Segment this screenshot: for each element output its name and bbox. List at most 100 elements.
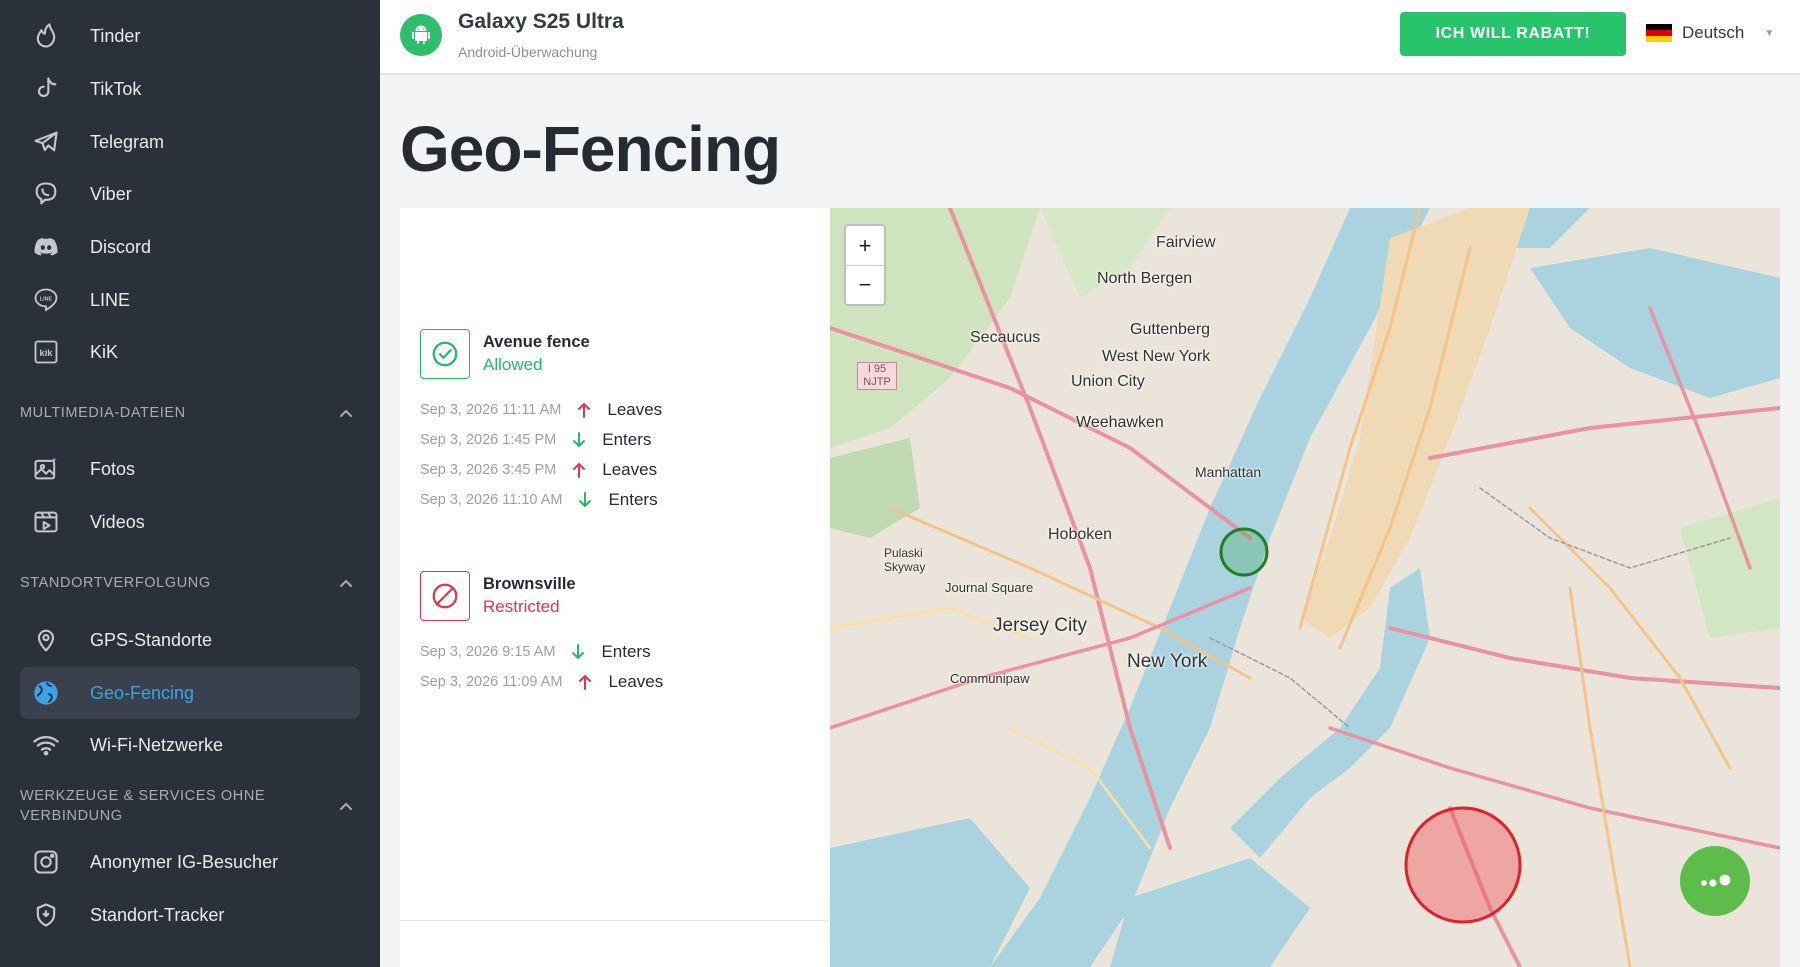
language-selector[interactable]: Deutsch ▼ — [1646, 22, 1774, 44]
map-label: Manhattan — [1195, 464, 1262, 480]
viber-icon — [32, 180, 60, 208]
android-icon — [400, 14, 442, 56]
chat-dots-icon — [1701, 874, 1731, 887]
device-subtitle: Android-Überwachung — [458, 44, 598, 60]
wifi-icon — [32, 731, 60, 759]
fence-event: Sep 3, 2026 9:15 AM Enters — [420, 640, 820, 664]
event-action: Leaves — [607, 400, 663, 419]
location-tracker-icon — [32, 901, 60, 929]
sidebar-item-discord[interactable]: Discord — [20, 221, 360, 273]
geofence-map[interactable]: Fairview North Bergen Secaucus Guttenber… — [830, 208, 1780, 967]
tiktok-icon — [32, 75, 60, 103]
sidebar-item-label: LINE — [90, 289, 131, 310]
sidebar-item-location-tracker[interactable]: Standort-Tracker — [20, 889, 360, 941]
instagram-icon — [32, 848, 60, 876]
photos-icon — [32, 455, 60, 483]
section-title: MULTIMEDIA-DATEIEN — [20, 405, 186, 421]
videos-icon — [32, 508, 60, 536]
map-label: Weehawken — [1076, 414, 1164, 431]
fence-name: Avenue fence — [483, 333, 590, 351]
sidebar-item-videos[interactable]: Videos — [20, 496, 360, 548]
map-label: Pulaski Skyway — [884, 546, 926, 574]
chevron-up-icon — [338, 405, 354, 421]
map-label: Secaucus — [970, 329, 1041, 346]
fence-event: Sep 3, 2026 11:10 AM Enters — [420, 488, 820, 512]
event-action: Enters — [601, 642, 651, 661]
sidebar-item-label: Fotos — [90, 458, 136, 479]
gps-pin-icon — [32, 626, 60, 654]
caret-down-icon: ▼ — [1764, 27, 1775, 39]
sidebar-item-fotos[interactable]: Fotos — [20, 443, 360, 495]
sidebar-item-label: Videos — [90, 511, 145, 532]
top-header: Galaxy S25 Ultra Android-Überwachung ICH… — [380, 0, 1800, 75]
sidebar-item-geo-fencing[interactable]: Geo-Fencing — [20, 667, 360, 719]
event-time: Sep 3, 2026 11:11 AM — [420, 402, 562, 418]
sidebar-item-tinder[interactable]: Tinder — [20, 10, 360, 62]
svg-text:LINE: LINE — [40, 297, 53, 303]
sidebar-item-label: Viber — [90, 183, 132, 204]
sidebar-item-kik[interactable]: kik KiK — [20, 326, 360, 378]
divider — [400, 920, 830, 921]
chevron-up-icon — [338, 575, 354, 591]
sidebar-item-label: KiK — [90, 341, 119, 362]
zoom-in-button[interactable]: + — [846, 226, 884, 265]
map-label: New York — [1127, 651, 1208, 672]
zoom-out-button[interactable]: − — [846, 265, 884, 304]
event-time: Sep 3, 2026 3:45 PM — [420, 462, 557, 478]
sidebar-item-label: Tinder — [90, 25, 141, 46]
chevron-up-icon — [338, 798, 354, 814]
map-label: Jersey City — [993, 615, 1087, 636]
highway-shield: I 95 NJTP — [857, 362, 897, 390]
zoom-control: + − — [844, 224, 886, 306]
section-title: STANDORTVERFOLGUNG — [20, 575, 211, 591]
map-label: North Bergen — [1097, 270, 1193, 287]
arrow-up-icon — [575, 401, 593, 419]
discord-icon — [32, 233, 60, 261]
arrow-down-icon — [576, 491, 594, 509]
fence-event: Sep 3, 2026 11:11 AM Leaves — [420, 398, 820, 422]
section-header-offline-tools[interactable]: WERKZEUGE & SERVICES OHNE VERBINDUNG — [20, 786, 360, 826]
arrow-down-icon — [570, 431, 588, 449]
sidebar-item-wifi[interactable]: Wi-Fi-Netzwerke — [20, 719, 360, 771]
event-time: Sep 3, 2026 1:45 PM — [420, 432, 557, 448]
arrow-up-icon — [570, 461, 588, 479]
fence-list-panel: Avenue fence Allowed Sep 3, 2026 11:11 A… — [400, 208, 830, 967]
fence-event: Sep 3, 2026 1:45 PM Enters — [420, 428, 820, 452]
check-circle-icon — [420, 329, 470, 379]
sidebar-item-telegram[interactable]: Telegram — [20, 116, 360, 168]
event-time: Sep 3, 2026 11:09 AM — [420, 674, 563, 690]
svg-text:kik: kik — [40, 348, 54, 358]
fence-name: Brownsville — [483, 575, 576, 593]
section-header-multimedia[interactable]: MULTIMEDIA-DATEIEN — [20, 403, 360, 423]
sidebar-item-gps[interactable]: GPS-Standorte — [20, 614, 360, 666]
section-header-location[interactable]: STANDORTVERFOLGUNG — [20, 573, 360, 593]
fence-event: Sep 3, 2026 3:45 PM Leaves — [420, 458, 820, 482]
arrow-up-icon — [576, 673, 594, 691]
tinder-icon — [32, 22, 60, 50]
sidebar-item-line[interactable]: LINE LINE — [20, 274, 360, 326]
sidebar-item-tiktok[interactable]: TikTok — [20, 63, 360, 115]
sidebar: Tinder TikTok Telegram Viber Discord LIN… — [0, 0, 380, 967]
map-label: Fairview — [1156, 234, 1216, 251]
event-action: Leaves — [608, 672, 664, 691]
event-action: Leaves — [602, 460, 658, 479]
map-label: Hoboken — [1048, 526, 1113, 543]
device-name[interactable]: Galaxy S25 Ultra — [458, 10, 624, 34]
language-label: Deutsch — [1682, 23, 1745, 42]
map-label: Journal Square — [945, 580, 1034, 595]
discount-button[interactable]: ICH WILL RABATT! — [1400, 12, 1626, 56]
german-flag-icon — [1646, 24, 1672, 42]
telegram-icon — [32, 128, 60, 156]
event-time: Sep 3, 2026 9:15 AM — [420, 644, 556, 660]
sidebar-item-label: TikTok — [90, 78, 142, 99]
sidebar-item-ig-visitor[interactable]: Anonymer IG-Besucher — [20, 836, 360, 888]
fence-status: Allowed — [483, 355, 543, 374]
chat-button[interactable] — [1680, 846, 1750, 916]
sidebar-item-viber[interactable]: Viber — [20, 168, 360, 220]
map-label: West New York — [1102, 348, 1211, 365]
map-label: Union City — [1071, 373, 1145, 390]
restricted-icon — [420, 571, 470, 621]
map-label: Communipaw — [950, 671, 1030, 686]
sidebar-item-label: Telegram — [90, 131, 165, 152]
arrow-down-icon — [569, 643, 587, 661]
